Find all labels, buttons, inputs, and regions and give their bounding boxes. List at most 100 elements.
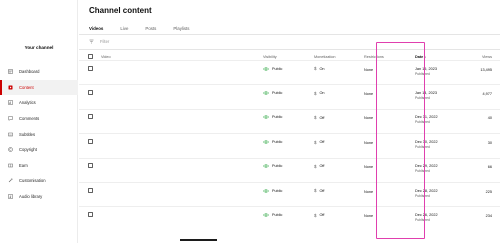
restrictions-cell: None (364, 91, 374, 96)
restrictions-cell: None (364, 67, 374, 72)
views-cell: 4,977 (482, 91, 492, 96)
header-date[interactable]: Date ↓ (415, 55, 426, 59)
table-row[interactable]: Public $ Off None Dec 31, 2022 Published 40 (79, 108, 500, 133)
dollar-icon: $ (314, 115, 317, 121)
visibility-cell[interactable]: Public (263, 140, 282, 144)
horizontal-scrollbar[interactable] (180, 239, 217, 241)
date-status: Published (415, 217, 430, 222)
visibility-label: Public (272, 139, 283, 144)
date-status: Published (415, 120, 430, 125)
date-cell: Dec 31, 2022 Published (415, 115, 438, 125)
date-value: Jan 15, 2023 (415, 66, 437, 71)
restrictions-cell: None (364, 116, 374, 121)
header-restrictions[interactable]: Restrictions (364, 55, 384, 59)
date-cell: Dec 26, 2022 Published (415, 213, 438, 223)
sidebar-item-label: Audio library (19, 194, 43, 200)
eye-icon (263, 164, 269, 168)
date-cell: Dec 28, 2022 Published (415, 189, 438, 199)
date-status: Published (415, 71, 430, 76)
row-checkbox[interactable] (88, 211, 93, 217)
visibility-cell[interactable]: Public (263, 164, 282, 168)
main-content: Channel content Videos Live Posts Playli… (79, 0, 500, 243)
date-status: Published (415, 95, 430, 100)
visibility-cell[interactable]: Public (263, 189, 282, 193)
header-video: Video (101, 55, 111, 59)
row-checkbox[interactable] (88, 65, 93, 71)
sidebar-item-label: Content (19, 84, 34, 90)
monetization-cell[interactable]: $ On (314, 66, 325, 71)
monetization-cell[interactable]: $ Off (314, 140, 324, 145)
sidebar-item-earn[interactable]: $ Earn (0, 158, 78, 174)
dollar-icon: $ (314, 212, 317, 218)
your-channel-label[interactable]: Your channel (0, 45, 78, 50)
table-row[interactable]: Public $ Off None Dec 30, 2022 Published 30 (79, 133, 500, 157)
sidebar-item-copyright[interactable]: Copyright (0, 142, 78, 158)
monetization-cell[interactable]: $ Off (314, 188, 324, 193)
dollar-icon: $ (314, 163, 317, 169)
subtitles-icon (8, 132, 13, 137)
sidebar-item-label: Dashboard (19, 69, 40, 75)
sidebar-item-audio-library[interactable]: Audio library (0, 189, 78, 205)
restrictions-cell: None (364, 165, 374, 170)
row-checkbox[interactable] (88, 114, 93, 120)
sidebar-item-analytics[interactable]: Analytics (0, 95, 78, 111)
date-status: Published (415, 193, 430, 198)
row-checkbox[interactable] (88, 163, 93, 169)
table-row[interactable]: Public $ On None Jan 15, 2023 Published 13,495 (79, 60, 500, 84)
monetization-cell[interactable]: $ Off (314, 164, 324, 169)
table-row[interactable]: Public $ Off None Dec 28, 2022 Published 225 (79, 182, 500, 206)
visibility-label: Public (272, 212, 283, 217)
monetization-cell[interactable]: $ Off (314, 115, 324, 120)
table-row[interactable]: Public $ On None Jan 14, 2023 Published 4,977 (79, 84, 500, 108)
sidebar-item-customisation[interactable]: Customisation (0, 173, 78, 189)
page-title: Channel content (89, 6, 152, 15)
visibility-cell[interactable]: Public (263, 213, 282, 217)
sidebar-item-label: Subtitles (19, 131, 36, 137)
sidebar-item-comments[interactable]: Comments (0, 111, 78, 127)
sidebar-item-subtitles[interactable]: Subtitles (0, 126, 78, 142)
table-row[interactable]: Public $ Off None Dec 26, 2022 Published 234 (79, 206, 500, 230)
select-all-checkbox[interactable] (88, 54, 93, 59)
views-cell: 13,495 (480, 67, 492, 72)
filter-bar[interactable]: Filter (89, 39, 109, 44)
table-row[interactable]: Public $ Off None Dec 29, 2022 Published 66 (79, 157, 500, 182)
comments-icon (8, 116, 13, 122)
row-checkbox[interactable] (88, 187, 93, 193)
sidebar-item-content[interactable]: Content (0, 79, 78, 96)
date-cell: Jan 14, 2023 Published (415, 91, 437, 101)
views-cell: 66 (487, 165, 492, 170)
views-cell: 40 (487, 116, 492, 121)
eye-icon (263, 213, 269, 217)
date-status: Published (415, 144, 430, 149)
date-cell: Dec 30, 2022 Published (415, 140, 438, 150)
visibility-cell[interactable]: Public (263, 67, 282, 71)
tabs-divider (79, 34, 500, 35)
sidebar-item-label: Copyright (19, 147, 37, 153)
filter-input[interactable]: Filter (100, 39, 109, 44)
header-views[interactable]: Views (482, 55, 492, 59)
visibility-label: Public (272, 115, 283, 120)
visibility-cell[interactable]: Public (263, 91, 282, 95)
restrictions-cell: None (364, 189, 374, 194)
views-cell: 225 (485, 189, 492, 194)
date-value: Dec 28, 2022 (415, 188, 438, 193)
sidebar: Your channel Dashboard Content Analytics… (0, 0, 78, 243)
header-visibility[interactable]: Visibility (263, 55, 277, 59)
visibility-cell[interactable]: Public (263, 115, 282, 119)
dollar-icon: $ (314, 188, 317, 194)
row-checkbox[interactable] (88, 138, 93, 144)
monetization-label: Off (319, 213, 325, 218)
monetization-cell[interactable]: $ Off (314, 213, 324, 218)
monetization-cell[interactable]: $ On (314, 91, 325, 96)
date-cell: Jan 15, 2023 Published (415, 67, 437, 77)
sidebar-item-label: Earn (19, 162, 28, 168)
date-status: Published (415, 169, 430, 174)
filter-icon[interactable] (89, 39, 94, 44)
row-checkbox[interactable] (88, 89, 93, 95)
header-monetization[interactable]: Monetization (314, 55, 336, 59)
date-cell: Dec 29, 2022 Published (415, 164, 438, 174)
monetization-label: On (319, 91, 325, 96)
dashboard-icon (8, 69, 13, 75)
sidebar-item-dashboard[interactable]: Dashboard (0, 64, 78, 80)
monetization-label: Off (319, 140, 325, 145)
